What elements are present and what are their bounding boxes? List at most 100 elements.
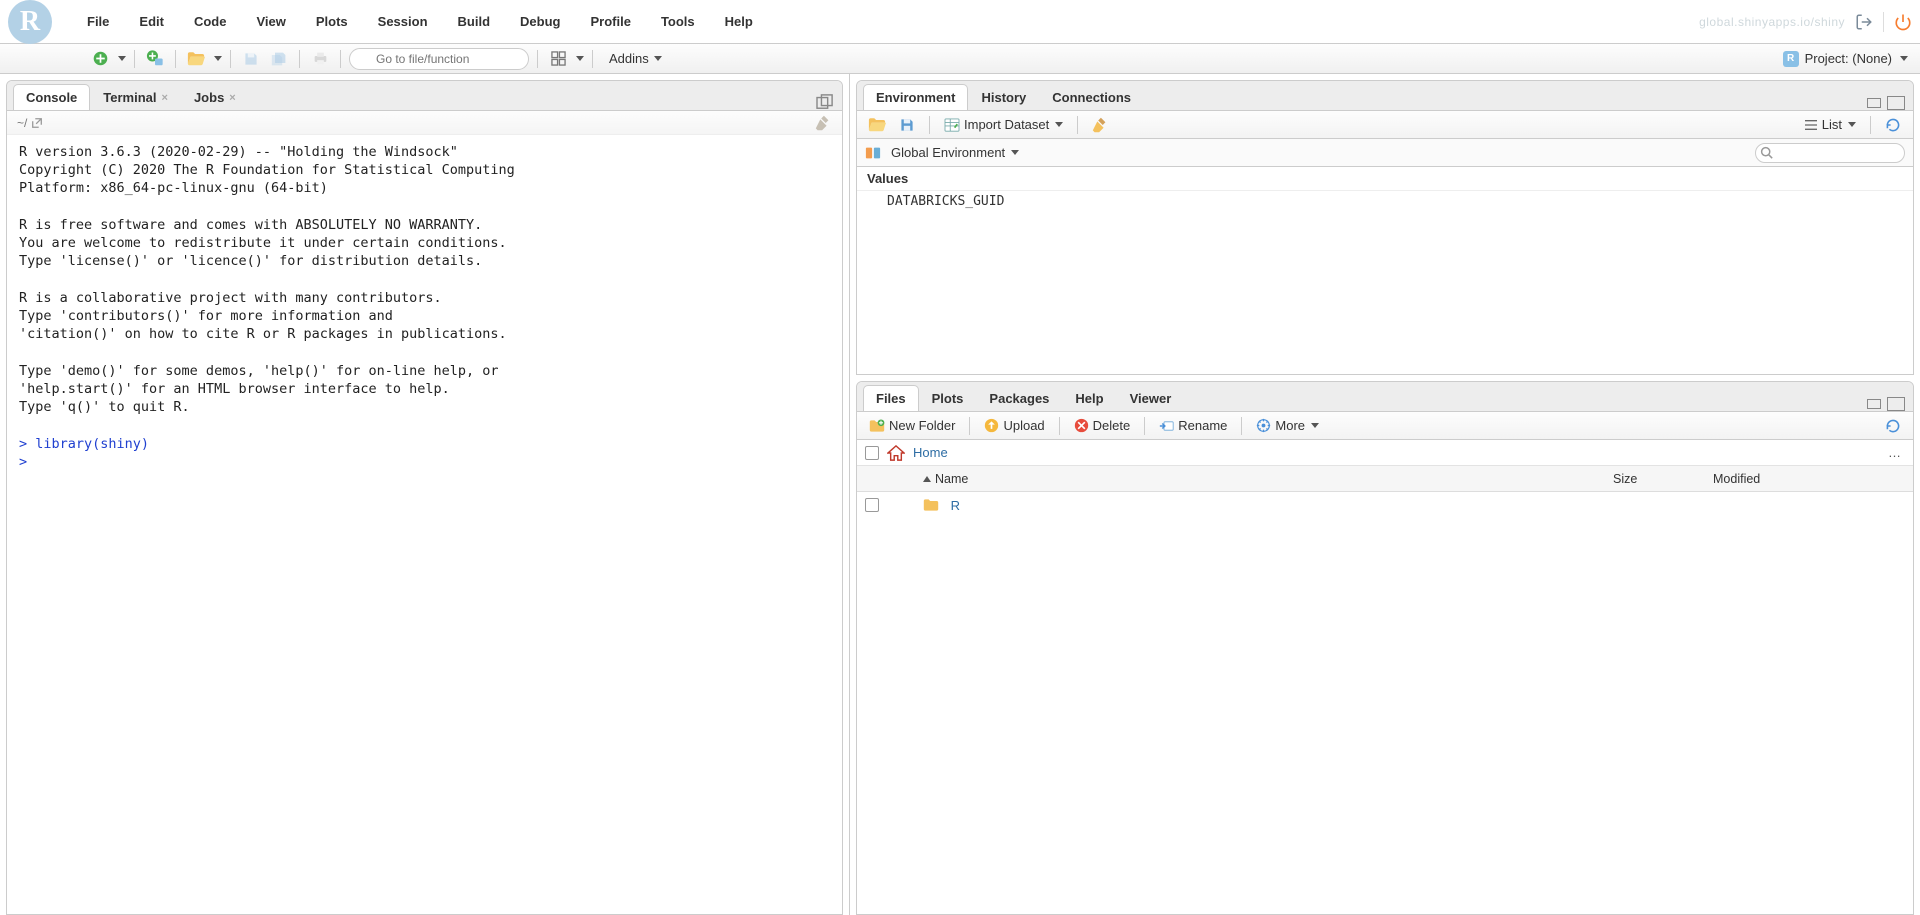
pane-minimize-icon[interactable] [1867, 399, 1881, 409]
project-dropdown-icon[interactable] [1900, 56, 1908, 61]
signout-icon[interactable] [1855, 13, 1873, 31]
save-icon[interactable] [239, 48, 263, 70]
col-modified[interactable]: Modified [1713, 472, 1913, 486]
home-icon[interactable] [887, 445, 905, 461]
close-icon[interactable]: × [229, 92, 235, 104]
open-file-icon[interactable] [184, 48, 208, 70]
close-icon[interactable]: × [162, 92, 168, 104]
pane-maximize-icon[interactable] [1887, 397, 1905, 411]
new-file-icon[interactable] [88, 48, 112, 70]
tab-packages[interactable]: Packages [976, 385, 1062, 411]
file-name[interactable]: R [951, 498, 960, 513]
env-view-label: List [1822, 117, 1842, 132]
col-name-label: Name [935, 472, 968, 486]
menu-plots[interactable]: Plots [301, 0, 363, 43]
pane-minimize-icon[interactable] [1867, 98, 1881, 108]
clear-workspace-icon[interactable] [1088, 114, 1112, 136]
menu-edit[interactable]: Edit [124, 0, 179, 43]
tab-history[interactable]: History [968, 84, 1039, 110]
refresh-env-icon[interactable] [1881, 114, 1905, 136]
menu-view[interactable]: View [241, 0, 300, 43]
pane-maximize-icon[interactable] [1887, 96, 1905, 110]
menu-tools[interactable]: Tools [646, 0, 710, 43]
breadcrumb-home[interactable]: Home [913, 445, 948, 460]
rename-button[interactable]: Rename [1155, 418, 1231, 433]
more-button[interactable]: More [1252, 418, 1323, 433]
tab-viewer[interactable]: Viewer [1117, 385, 1185, 411]
rename-label: Rename [1178, 418, 1227, 433]
clear-console-icon[interactable] [814, 114, 832, 132]
tab-environment-label: Environment [876, 90, 955, 105]
new-folder-label: New Folder [889, 418, 955, 433]
import-dataset-label: Import Dataset [964, 117, 1049, 132]
env-tabs: Environment History Connections [857, 81, 1913, 111]
tab-console-label: Console [26, 90, 77, 105]
chevron-down-icon [1848, 122, 1856, 127]
menu-help[interactable]: Help [710, 0, 768, 43]
load-workspace-icon[interactable] [865, 114, 889, 136]
console-body[interactable]: R version 3.6.3 (2020-02-29) -- "Holding… [7, 135, 842, 914]
tab-files[interactable]: Files [863, 385, 919, 411]
console-input-line: > library(shiny) [19, 436, 149, 452]
row-checkbox[interactable] [865, 498, 879, 512]
menubar: R File Edit Code View Plots Session Buil… [0, 0, 1920, 44]
delete-button[interactable]: Delete [1070, 418, 1135, 433]
tab-connections-label: Connections [1052, 90, 1131, 105]
save-all-icon[interactable] [267, 48, 291, 70]
more-label: More [1275, 418, 1305, 433]
env-scope-selector[interactable]: Global Environment [887, 145, 1023, 160]
delete-label: Delete [1093, 418, 1131, 433]
menu-file[interactable]: File [72, 0, 124, 43]
path-popout-icon[interactable] [31, 117, 43, 129]
refresh-files-icon[interactable] [1881, 415, 1905, 437]
menu-profile[interactable]: Profile [575, 0, 645, 43]
open-recent-dropdown-icon[interactable] [214, 56, 222, 61]
env-row[interactable]: DATABRICKS_GUID [857, 191, 1913, 212]
env-search-input[interactable] [1755, 143, 1905, 163]
tab-console[interactable]: Console [13, 84, 90, 110]
global-env-icon [865, 145, 881, 161]
sort-asc-icon [923, 476, 931, 482]
tab-help[interactable]: Help [1062, 385, 1116, 411]
select-all-checkbox[interactable] [865, 446, 879, 460]
console-tabs: Console Terminal× Jobs × [7, 81, 842, 111]
file-row[interactable]: R [857, 492, 1913, 518]
grid-view-icon[interactable] [546, 48, 570, 70]
new-folder-button[interactable]: New Folder [865, 418, 959, 433]
new-project-icon[interactable] [143, 48, 167, 70]
tab-connections[interactable]: Connections [1039, 84, 1144, 110]
menu-code[interactable]: Code [179, 0, 242, 43]
grid-view-dropdown-icon[interactable] [576, 56, 584, 61]
tab-terminal[interactable]: Terminal× [90, 84, 181, 110]
files-breadcrumb-row: Home … [857, 440, 1913, 466]
env-view-mode[interactable]: List [1800, 117, 1860, 132]
new-file-dropdown-icon[interactable] [118, 56, 126, 61]
addins-menu[interactable]: Addins [609, 51, 662, 66]
remote-url-label: global.shinyapps.io/shiny [1699, 15, 1845, 29]
import-dataset-button[interactable]: Import Dataset [940, 117, 1067, 132]
env-scope-label: Global Environment [891, 145, 1005, 160]
chevron-down-icon [1011, 150, 1019, 155]
environment-pane: Environment History Connections I [856, 80, 1914, 375]
tab-jobs-label: Jobs [194, 90, 224, 105]
print-icon[interactable] [308, 48, 332, 70]
col-size[interactable]: Size [1613, 472, 1713, 486]
console-pane: Console Terminal× Jobs× ~/ R version 3 [6, 80, 843, 915]
menu-build[interactable]: Build [443, 0, 506, 43]
breadcrumb-more-icon[interactable]: … [1884, 445, 1905, 460]
save-workspace-icon[interactable] [895, 114, 919, 136]
main-toolbar: Addins R Project: (None) [0, 44, 1920, 74]
tab-plots[interactable]: Plots [919, 385, 977, 411]
menu-session[interactable]: Session [363, 0, 443, 43]
project-label[interactable]: Project: (None) [1805, 51, 1892, 66]
chevron-down-icon [1055, 122, 1063, 127]
upload-button[interactable]: Upload [980, 418, 1048, 433]
power-icon[interactable] [1894, 13, 1912, 31]
menu-debug[interactable]: Debug [505, 0, 575, 43]
tab-environment[interactable]: Environment [863, 84, 968, 110]
col-name[interactable]: Name [887, 472, 1613, 486]
tab-jobs[interactable]: Jobs × [181, 84, 249, 110]
pane-popout-icon[interactable] [816, 94, 834, 110]
env-section-values: Values [857, 167, 1913, 191]
goto-file-input[interactable] [349, 48, 529, 70]
